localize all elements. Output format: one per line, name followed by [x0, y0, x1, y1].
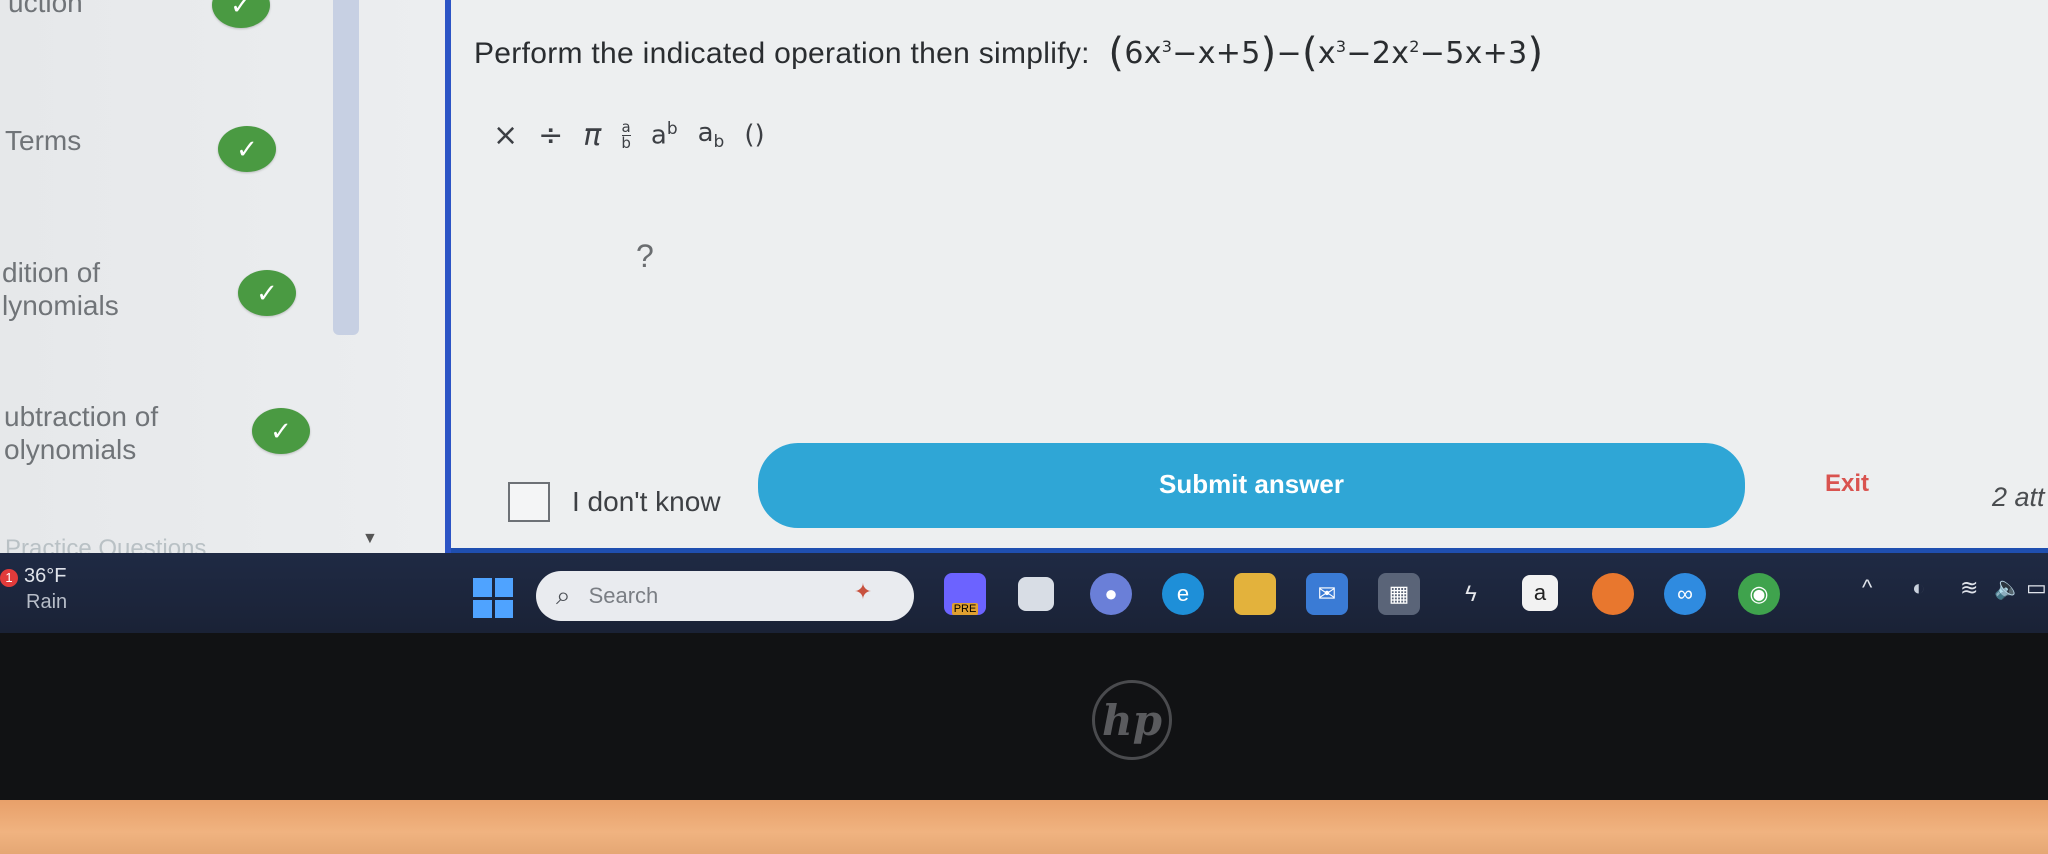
firefox-icon[interactable] — [1592, 573, 1634, 615]
search-highlight-icon: ✦ — [853, 579, 873, 604]
chat-icon[interactable]: ● — [1090, 573, 1132, 615]
weather-condition: Rain — [26, 591, 68, 613]
copilot-icon[interactable]: PRE — [944, 573, 986, 615]
volume-icon[interactable]: 🔈 — [1994, 575, 2021, 601]
check-icon: ✓ — [252, 408, 310, 454]
store-icon[interactable]: ▦ — [1378, 573, 1420, 615]
laptop-chassis — [0, 800, 2048, 854]
i-dont-know-label[interactable]: I don't know — [572, 486, 721, 518]
battery-icon[interactable]: ▭ — [2026, 575, 2047, 601]
sidebar: uction ✓ Terms ✓ dition of lynomials ✓ u… — [0, 0, 450, 553]
sidebar-item-terms[interactable]: Terms — [5, 124, 81, 157]
subscript-button[interactable]: ab — [688, 118, 735, 152]
exponent-button[interactable]: ab — [641, 119, 688, 151]
question-prompt: Perform the indicated operation then sim… — [474, 37, 1090, 70]
file-explorer-icon[interactable] — [1234, 573, 1276, 615]
notification-badge: 1 — [0, 569, 18, 587]
i-dont-know-checkbox[interactable] — [508, 482, 550, 522]
taskbar-search-placeholder: Search — [588, 583, 659, 608]
sidebar-scrollbar[interactable] — [333, 0, 359, 335]
i-dont-know-option[interactable]: I don't know — [508, 482, 721, 522]
laptop-bezel — [0, 633, 2048, 800]
app-bolt-icon[interactable]: ϟ — [1450, 573, 1492, 615]
pi-button[interactable]: π — [573, 118, 611, 153]
amazon-icon[interactable]: a — [1522, 575, 1558, 611]
weather-temperature: 36°F — [24, 565, 67, 587]
times-button[interactable]: × — [483, 118, 528, 153]
task-view-icon[interactable] — [1018, 577, 1054, 611]
hp-logo: hp — [1092, 680, 1172, 760]
fraction-button[interactable]: a b — [611, 119, 641, 151]
check-icon: ✓ — [218, 126, 276, 172]
check-icon: ✓ — [212, 0, 270, 28]
sidebar-item-introduction[interactable]: uction — [8, 0, 83, 19]
edge-icon[interactable]: e — [1162, 573, 1204, 615]
search-icon: ⌕ — [556, 580, 571, 610]
windows-start-icon[interactable] — [473, 578, 513, 618]
math-toolbar: × ÷ π a b ab ab () — [483, 112, 783, 158]
sidebar-item-practice-questions[interactable]: Practice Questions — [5, 535, 206, 553]
taskbar: 1 36°F Rain ⌕ Search ✦ PRE ● e ✉ ▦ ϟ a ∞ … — [0, 553, 2048, 633]
tray-app-icon[interactable]: ◐ — [1912, 575, 1925, 601]
exit-button[interactable]: Exit — [1825, 470, 1869, 498]
answer-input[interactable]: ? — [636, 238, 654, 275]
tray-chevron-icon[interactable]: ^ — [1862, 575, 1872, 601]
sidebar-item-addition-of-polynomials[interactable]: dition of lynomials — [2, 256, 119, 322]
question-text: Perform the indicated operation then sim… — [474, 30, 1543, 76]
question-expression: (6x3−x+5)−(x3−2x2−5x+3) — [1108, 30, 1544, 76]
check-icon: ✓ — [238, 270, 296, 316]
caret-down-icon[interactable]: ▼ — [362, 530, 378, 548]
weather-widget[interactable]: 1 36°F Rain — [0, 563, 67, 615]
submit-answer-button[interactable]: Submit answer — [758, 443, 1745, 528]
app-icon[interactable]: ∞ — [1664, 573, 1706, 615]
attempts-label: 2 att — [1992, 482, 2045, 512]
parentheses-button[interactable]: () — [734, 120, 774, 150]
divide-button[interactable]: ÷ — [528, 118, 573, 153]
sidebar-item-subtraction-of-polynomials[interactable]: ubtraction of olynomials — [4, 400, 158, 466]
screen: uction ✓ Terms ✓ dition of lynomials ✓ u… — [0, 0, 2048, 553]
chrome-icon[interactable]: ◉ — [1738, 573, 1780, 615]
mail-icon[interactable]: ✉ — [1306, 573, 1348, 615]
wifi-icon[interactable]: ≋ — [1960, 575, 1978, 601]
